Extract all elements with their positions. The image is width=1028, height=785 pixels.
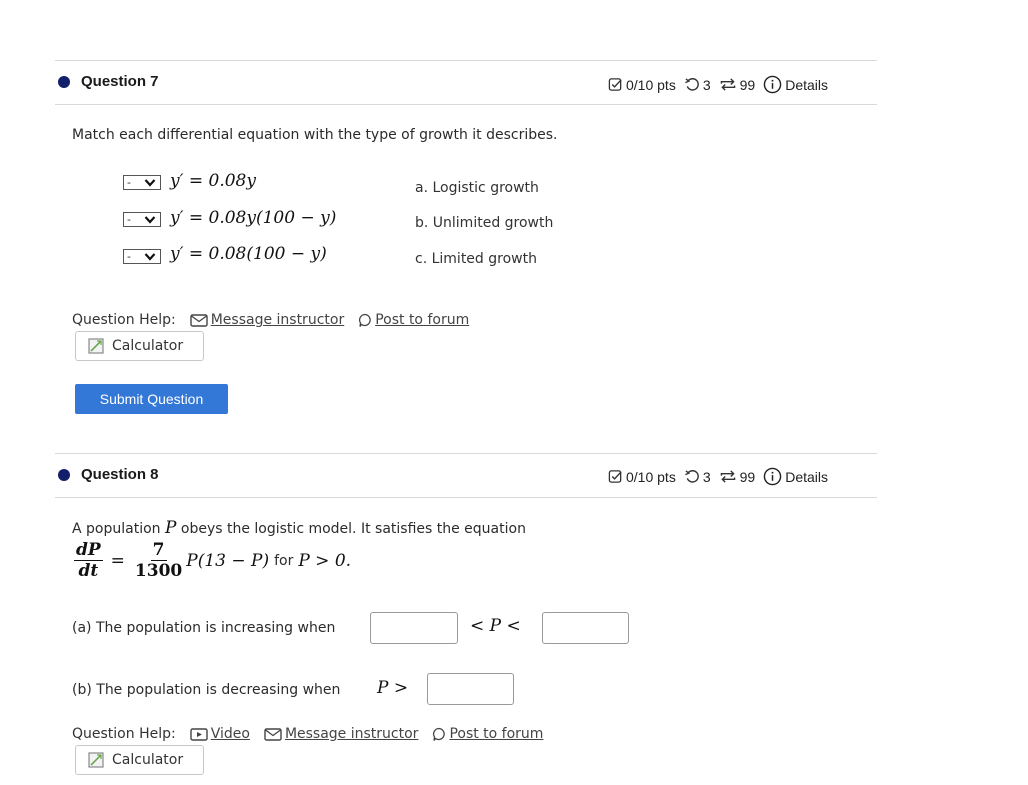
derivative-fraction: dP dt <box>74 540 103 581</box>
details-label: Details <box>785 76 828 93</box>
divider <box>55 453 877 454</box>
match-select-1[interactable]: - <box>123 175 161 190</box>
equation-2: y′ = 0.08y(100 − y) <box>170 208 337 228</box>
part-b-input[interactable] <box>427 673 514 705</box>
envelope-icon <box>190 313 208 327</box>
speech-bubble-icon <box>433 727 446 741</box>
post-to-forum-link[interactable]: Post to forum <box>358 312 469 328</box>
envelope-icon <box>264 727 282 741</box>
question-meta: 0/10 pts 3 99 Details <box>608 467 828 486</box>
check-square-icon <box>608 470 622 483</box>
speech-bubble-icon <box>359 313 371 327</box>
chevron-down-icon <box>144 253 156 261</box>
points-label: 0/10 pts <box>626 468 676 485</box>
part-a-text: (a) The population is increasing when <box>72 620 336 636</box>
repeat-icon <box>720 470 735 483</box>
part-a-inequality: < P < <box>470 616 521 636</box>
video-link[interactable]: Video <box>190 726 250 742</box>
details-link[interactable]: Details <box>763 75 828 94</box>
question-help: Question Help: Video Message instructor … <box>72 726 543 742</box>
post-to-forum-link[interactable]: Post to forum <box>432 726 543 742</box>
logistic-equation: dP dt = 7 1300 P(13 − P) for P > 0. <box>74 540 352 581</box>
part-b-text: (b) The population is decreasing when <box>72 682 341 698</box>
question-help: Question Help: Message instructor Post t… <box>72 312 469 328</box>
question-prompt: A population P obeys the logistic model.… <box>72 518 526 538</box>
undo-icon <box>684 78 699 91</box>
attempts: 3 <box>684 469 711 485</box>
match-select-2[interactable]: - <box>123 212 161 227</box>
attempts: 3 <box>684 77 711 93</box>
repeat-icon <box>720 78 735 91</box>
undo-icon <box>684 470 699 483</box>
choice-a: a. Logistic growth <box>415 180 539 196</box>
video-icon <box>190 727 208 741</box>
equation-3: y′ = 0.08(100 − y) <box>170 244 327 264</box>
retries: 99 <box>719 76 756 93</box>
question-prompt: Match each differential equation with th… <box>72 127 558 143</box>
attempts-label: 3 <box>702 468 711 485</box>
details-link[interactable]: Details <box>763 467 828 486</box>
retries: 99 <box>719 468 756 485</box>
submit-question-button[interactable]: Submit Question <box>75 384 228 414</box>
points: 0/10 pts <box>608 469 676 485</box>
retries-label: 99 <box>739 468 756 485</box>
details-label: Details <box>785 468 828 485</box>
part-a-lower-input[interactable] <box>370 612 458 644</box>
match-select-3[interactable]: - <box>123 249 161 264</box>
check-square-icon <box>608 78 622 91</box>
chevron-down-icon <box>144 216 156 224</box>
retries-label: 99 <box>739 76 756 93</box>
question-title: Question 8 <box>81 466 159 483</box>
message-instructor-link[interactable]: Message instructor <box>264 726 418 742</box>
calculator-icon <box>88 338 104 354</box>
calculator-button[interactable]: Calculator <box>75 745 204 775</box>
question-title: Question 7 <box>81 73 159 90</box>
coefficient-fraction: 7 1300 <box>134 540 183 581</box>
question-status-dot <box>58 76 70 88</box>
choice-c: c. Limited growth <box>415 251 537 267</box>
info-circle-icon <box>763 75 782 94</box>
choice-b: b. Unlimited growth <box>415 215 554 231</box>
message-instructor-link[interactable]: Message instructor <box>190 312 344 328</box>
attempts-label: 3 <box>702 76 711 93</box>
part-a-upper-input[interactable] <box>542 612 629 644</box>
points: 0/10 pts <box>608 77 676 93</box>
question-status-dot <box>58 469 70 481</box>
points-label: 0/10 pts <box>626 76 676 93</box>
divider <box>55 497 877 498</box>
divider <box>55 104 877 105</box>
calculator-icon <box>88 752 104 768</box>
chevron-down-icon <box>144 179 156 187</box>
info-circle-icon <box>763 467 782 486</box>
calculator-button[interactable]: Calculator <box>75 331 204 361</box>
divider <box>55 60 877 61</box>
question-help-label: Question Help: <box>72 726 176 742</box>
part-b-inequality: P > <box>377 678 409 698</box>
question-meta: 0/10 pts 3 99 Details <box>608 75 828 94</box>
equation-1: y′ = 0.08y <box>170 171 256 191</box>
question-help-label: Question Help: <box>72 312 176 328</box>
